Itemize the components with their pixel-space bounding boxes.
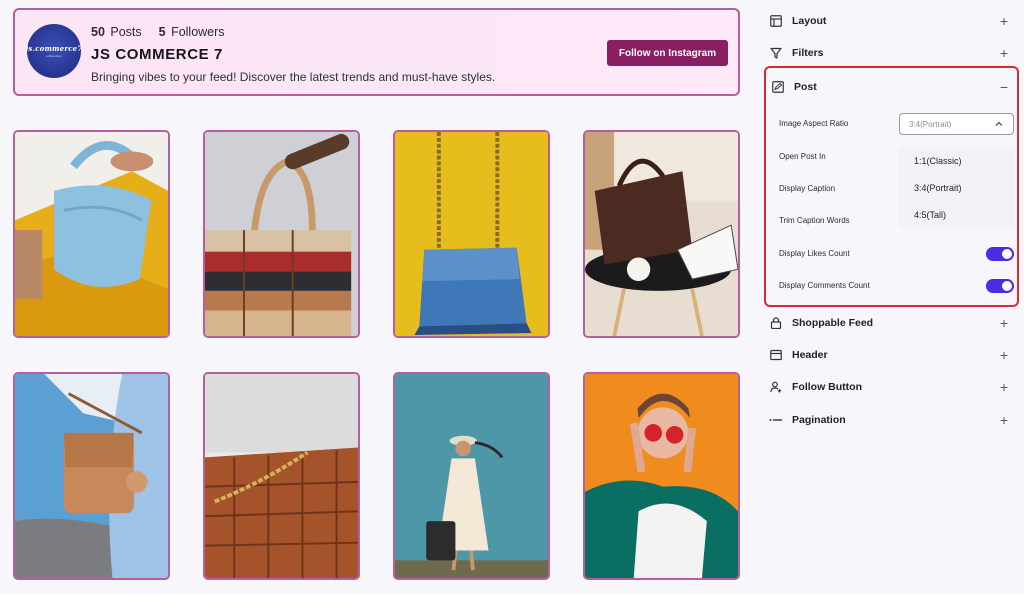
chevron-up-icon (994, 119, 1004, 131)
section-filters[interactable]: Filters + (769, 41, 1011, 65)
section-post-expanded: Post − Image Aspect Ratio 3:4(Portrait) … (764, 66, 1019, 307)
section-pagination[interactable]: Pagination + (769, 408, 1011, 432)
aspect-option-portrait[interactable]: 3:4(Portrait) (914, 183, 962, 193)
post-image (395, 132, 548, 336)
followers-count: 5 (158, 25, 166, 39)
post-tile-brown-tote-table[interactable] (583, 130, 740, 338)
post-tile-woven-chain-bag[interactable] (203, 372, 360, 580)
avatar-logo-subtext: online shop (46, 54, 62, 58)
post-image (15, 374, 168, 578)
post-image (585, 374, 738, 578)
post-tile-tan-crossbody[interactable] (13, 372, 170, 580)
section-shoppable-feed-label: Shoppable Feed (792, 317, 874, 329)
post-image (15, 132, 168, 336)
display-likes-count-toggle[interactable] (986, 247, 1014, 261)
post-image (205, 374, 358, 578)
profile-header: js.commerce7 online shop 50 Posts 5 Foll… (13, 8, 740, 96)
aspect-option-classic[interactable]: 1:1(Classic) (914, 156, 962, 166)
post-image (395, 374, 548, 578)
profile-stats: 50 Posts 5 Followers (91, 25, 225, 39)
plus-icon[interactable]: + (997, 348, 1011, 362)
section-layout[interactable]: Layout + (769, 9, 1011, 33)
follow-on-instagram-button[interactable]: Follow on Instagram (607, 40, 728, 66)
filter-icon (769, 46, 783, 60)
plus-icon[interactable]: + (997, 316, 1011, 330)
section-post[interactable]: Post − (771, 75, 1011, 99)
posts-label: Posts (110, 25, 142, 39)
post-tile-woman-red-sunglasses[interactable] (583, 372, 740, 580)
display-comments-count-toggle[interactable] (986, 279, 1014, 293)
plus-icon[interactable]: + (997, 46, 1011, 60)
open-post-in-label: Open Post In (779, 152, 826, 161)
aspect-ratio-dropdown: 1:1(Classic) 3:4(Portrait) 4:5(Tall) (899, 147, 1014, 227)
display-likes-count-label: Display Likes Count (779, 249, 850, 258)
section-follow-button[interactable]: Follow Button + (769, 375, 1011, 399)
header-icon (769, 348, 783, 362)
plus-icon[interactable]: + (997, 413, 1011, 427)
image-aspect-ratio-label: Image Aspect Ratio (779, 119, 849, 128)
profile-name: JS COMMERCE 7 (91, 46, 223, 63)
section-header-label: Header (792, 349, 828, 361)
image-aspect-ratio-select[interactable]: 3:4(Portrait) (899, 113, 1014, 135)
display-caption-label: Display Caption (779, 184, 836, 193)
aspect-option-tall[interactable]: 4:5(Tall) (914, 210, 946, 220)
trim-caption-words-label: Trim Caption Words (779, 216, 850, 225)
profile-bio: Bringing vibes to your feed! Discover th… (91, 70, 496, 84)
pagination-icon (769, 413, 783, 427)
post-image (205, 132, 358, 336)
plus-icon[interactable]: + (997, 14, 1011, 28)
followers-label: Followers (171, 25, 225, 39)
user-plus-icon (769, 380, 783, 394)
lock-icon (769, 316, 783, 330)
section-filters-label: Filters (792, 47, 824, 59)
posts-count: 50 (91, 25, 105, 39)
image-aspect-ratio-value: 3:4(Portrait) (909, 119, 952, 129)
post-image (585, 132, 738, 336)
display-comments-count-label: Display Comments Count (779, 281, 870, 290)
section-layout-label: Layout (792, 15, 827, 27)
section-follow-button-label: Follow Button (792, 381, 862, 393)
section-pagination-label: Pagination (792, 414, 846, 426)
layout-icon (769, 14, 783, 28)
post-tile-woman-suitcase[interactable] (393, 372, 550, 580)
minus-icon[interactable]: − (997, 80, 1011, 94)
post-edit-icon (771, 80, 785, 94)
post-tile-striped-tote[interactable] (203, 130, 360, 338)
plus-icon[interactable]: + (997, 380, 1011, 394)
post-tile-blue-ruched-bag[interactable] (13, 130, 170, 338)
section-header[interactable]: Header + (769, 343, 1011, 367)
post-tile-blue-chain-bag[interactable] (393, 130, 550, 338)
section-post-label: Post (794, 81, 817, 93)
avatar-logo-text: js.commerce7 (25, 44, 83, 53)
avatar[interactable]: js.commerce7 online shop (25, 24, 83, 78)
settings-panel: Layout + Filters + Post − Image Aspect R… (755, 0, 1024, 594)
section-shoppable-feed[interactable]: Shoppable Feed + (769, 311, 1011, 335)
